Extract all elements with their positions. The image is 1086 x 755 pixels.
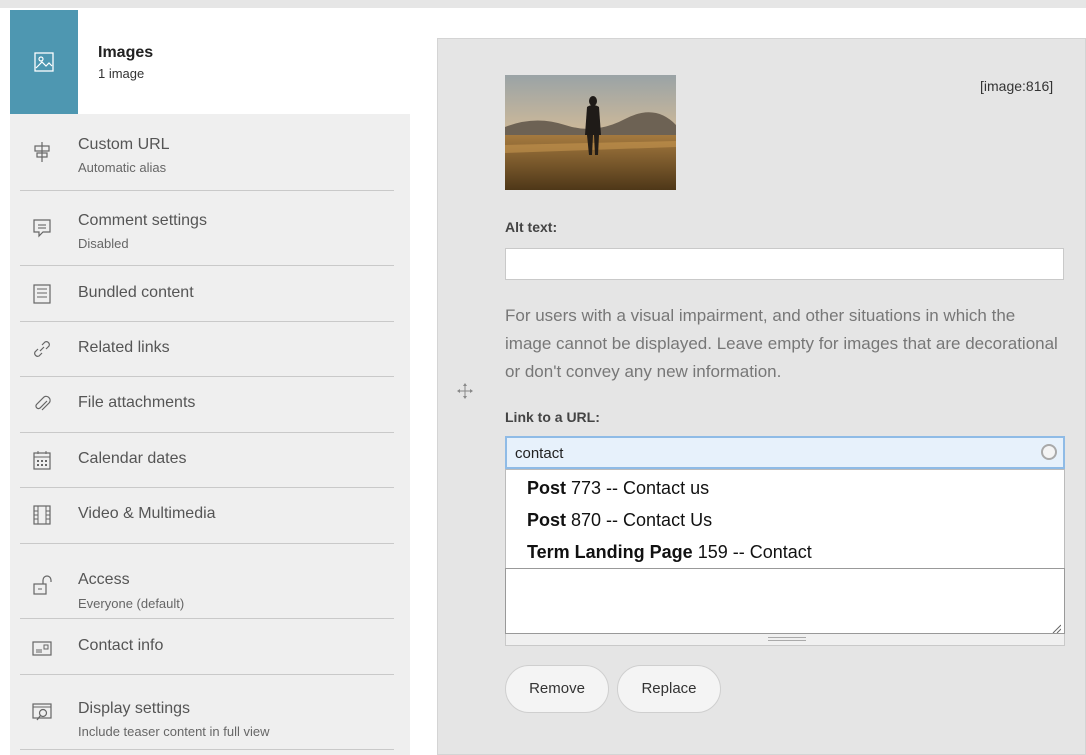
sidebar-item-access[interactable]: Access Everyone (default) (10, 543, 410, 619)
sidebar-item-label: Related links (78, 339, 170, 356)
sidebar-item-description: Disabled (78, 236, 129, 251)
link-url-label: Link to a URL: (505, 409, 600, 425)
option-type: Term Landing Page (527, 542, 693, 562)
film-icon (30, 503, 54, 527)
sidebar-item-images[interactable]: Images 1 image (10, 10, 410, 114)
image-icon (10, 10, 78, 114)
caption-textarea[interactable] (505, 568, 1065, 634)
option-text: 159 -- Contact (692, 542, 812, 562)
sidebar-item-label: Custom URL (78, 136, 170, 153)
sidebar-item-display-settings[interactable]: Display settings Include teaser content … (10, 674, 410, 750)
sidebar-item-label: Contact info (78, 637, 164, 654)
divider (20, 749, 394, 750)
sidebar-item-label: Calendar dates (78, 450, 187, 467)
option-text: 870 -- Contact Us (566, 510, 713, 530)
autocomplete-option[interactable]: Term Landing Page 159 -- Contact (527, 542, 812, 563)
link-icon (30, 337, 54, 361)
sidebar-item-description: 1 image (98, 66, 145, 81)
autocomplete-throbber-icon (1041, 444, 1057, 460)
sidebar-item-label: Access (78, 571, 130, 588)
option-type: Post (527, 510, 567, 530)
sidebar-item-file-attachments[interactable]: File attachments (10, 376, 410, 433)
sidebar-item-custom-url[interactable]: Custom URL Automatic alias (10, 114, 410, 191)
textarea-grippie[interactable] (505, 634, 1065, 646)
image-thumbnail[interactable] (505, 75, 676, 190)
image-token: [image:816] (980, 78, 1054, 94)
sidebar-item-video-multimedia[interactable]: Video & Multimedia (10, 487, 410, 544)
top-border (0, 0, 1086, 8)
contact-card-icon (30, 636, 54, 660)
resize-corner-icon[interactable] (1051, 620, 1062, 634)
paperclip-icon (30, 392, 54, 416)
sidebar-item-description: Include teaser content in full view (78, 724, 270, 739)
alt-text-label: Alt text: (505, 219, 558, 235)
sidebar-item-calendar-dates[interactable]: Calendar dates (10, 432, 410, 488)
sidebar-item-related-links[interactable]: Related links (10, 321, 410, 377)
sidebar-item-description: Automatic alias (78, 160, 167, 175)
sidebar-item-label: Images (98, 44, 154, 61)
unlock-icon (30, 573, 54, 597)
option-text: 773 -- Contact us (566, 478, 710, 498)
sidebar: Images 1 image Custom URL Automatic alia… (10, 10, 410, 755)
sidebar-item-label: Bundled content (78, 284, 194, 301)
calendar-icon (30, 448, 54, 472)
comment-icon (30, 216, 54, 240)
autocomplete-option[interactable]: Post 773 -- Contact us (527, 478, 709, 499)
sidebar-item-description: Everyone (default) (78, 596, 185, 611)
display-settings-icon (30, 700, 54, 724)
alt-text-help: For users with a visual impairment, and … (505, 306, 1058, 381)
sidebar-item-comment-settings[interactable]: Comment settings Disabled (10, 190, 410, 266)
link-url-input[interactable] (515, 443, 1015, 463)
sidebar-item-bundled-content[interactable]: Bundled content (10, 266, 410, 322)
sidebar-item-label: Comment settings (78, 212, 207, 229)
autocomplete-dropdown: Post 773 -- Contact us Post 870 -- Conta… (505, 469, 1065, 569)
replace-button[interactable]: Replace (617, 665, 721, 713)
autocomplete-option[interactable]: Post 870 -- Contact Us (527, 510, 712, 531)
sidebar-item-label: Display settings (78, 700, 191, 717)
sidebar-item-label: Video & Multimedia (78, 505, 216, 522)
drag-handle-icon[interactable] (456, 382, 474, 400)
sidebar-item-contact-info[interactable]: Contact info (10, 618, 410, 675)
link-url-field[interactable] (505, 436, 1065, 469)
bundle-icon (30, 282, 54, 306)
remove-button[interactable]: Remove (505, 665, 609, 713)
alt-text-input[interactable] (505, 248, 1064, 280)
signpost-icon (30, 140, 54, 164)
grippie-bars (768, 637, 806, 641)
sidebar-item-label: File attachments (78, 394, 196, 411)
option-type: Post (527, 478, 567, 498)
